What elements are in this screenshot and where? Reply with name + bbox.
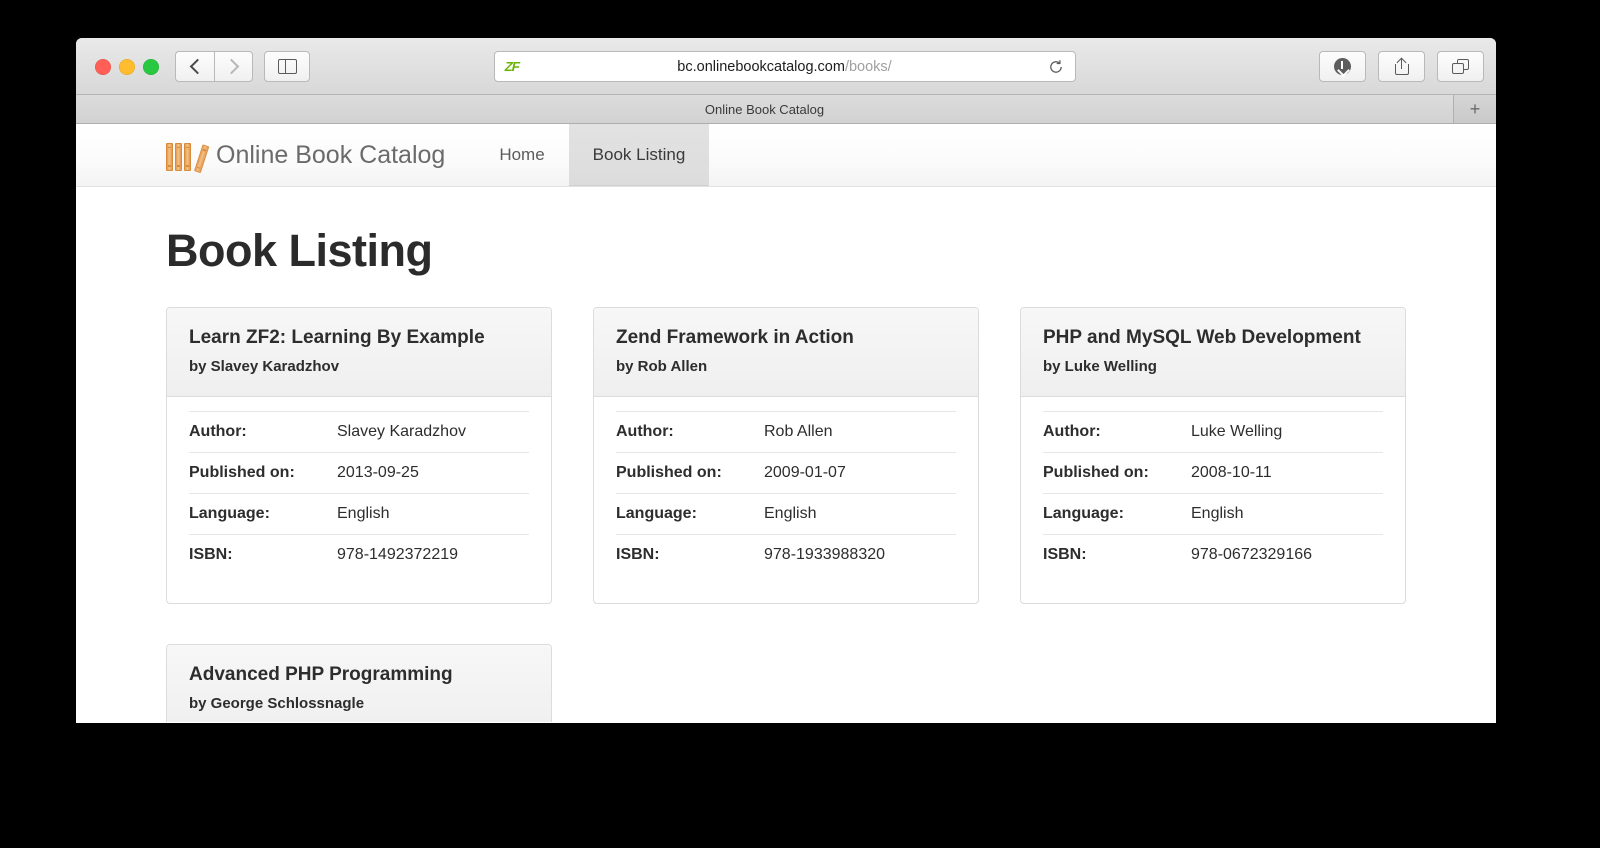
reload-button[interactable] bbox=[1048, 59, 1064, 75]
book-byline: by Slavey Karadzhov bbox=[189, 358, 340, 375]
browser-window: ZF bc.onlinebookcatalog.com/books/ Onlin… bbox=[76, 38, 1496, 723]
book-card-header: PHP and MySQL Web Development by Luke We… bbox=[1021, 308, 1405, 397]
book-title: Advanced PHP Programming bbox=[189, 664, 453, 685]
value-isbn: 978-0672329166 bbox=[1191, 546, 1313, 563]
value-author: Rob Allen bbox=[764, 423, 833, 440]
label-author: Author: bbox=[616, 423, 674, 440]
value-language: English bbox=[1191, 505, 1244, 522]
book-card[interactable]: Zend Framework in Action by Rob Allen Au… bbox=[593, 307, 979, 604]
book-card-body: Author: Slavey Karadzhov Published on: 2… bbox=[167, 397, 551, 603]
page-title: Book Listing bbox=[166, 225, 433, 276]
download-icon bbox=[1334, 58, 1351, 75]
label-published: Published on: bbox=[616, 464, 722, 481]
tab-overview-button[interactable] bbox=[1437, 51, 1484, 82]
site-header: Online Book Catalog Home Book Listing bbox=[76, 124, 1496, 187]
table-row: Language: English bbox=[616, 493, 956, 535]
book-details-table: Author: Luke Welling Published on: 2008-… bbox=[1043, 411, 1383, 575]
value-language: English bbox=[764, 505, 817, 522]
nav-item-book-listing[interactable]: Book Listing bbox=[568, 124, 710, 186]
downloads-button[interactable] bbox=[1319, 51, 1366, 82]
label-author: Author: bbox=[189, 423, 247, 440]
table-row: Published on: 2009-01-07 bbox=[616, 452, 956, 494]
label-published: Published on: bbox=[1043, 464, 1149, 481]
value-language: English bbox=[337, 505, 390, 522]
book-card[interactable]: PHP and MySQL Web Development by Luke We… bbox=[1020, 307, 1406, 604]
label-published: Published on: bbox=[189, 464, 295, 481]
minimize-window-button[interactable] bbox=[119, 59, 135, 75]
value-author: Slavey Karadzhov bbox=[337, 423, 466, 440]
label-language: Language: bbox=[1043, 505, 1124, 522]
book-grid: Learn ZF2: Learning By Example by Slavey… bbox=[166, 307, 1406, 722]
value-published: 2013-09-25 bbox=[337, 464, 419, 481]
value-isbn: 978-1492372219 bbox=[337, 546, 459, 563]
address-bar[interactable]: ZF bc.onlinebookcatalog.com/books/ bbox=[494, 51, 1076, 82]
zoom-window-button[interactable] bbox=[143, 59, 159, 75]
browser-tab-online-book-catalog[interactable]: Online Book Catalog bbox=[76, 95, 1454, 123]
label-isbn: ISBN: bbox=[616, 546, 660, 563]
tabs-overview-icon bbox=[1452, 59, 1469, 74]
label-isbn: ISBN: bbox=[1043, 546, 1087, 563]
screenshot-root: ZF bc.onlinebookcatalog.com/books/ Onlin… bbox=[0, 0, 1600, 848]
books-logo-icon bbox=[166, 140, 209, 173]
label-language: Language: bbox=[616, 505, 697, 522]
brand[interactable]: Online Book Catalog bbox=[166, 124, 475, 186]
label-author: Author: bbox=[1043, 423, 1101, 440]
favicon-label: ZF bbox=[502, 59, 521, 74]
chevron-right-icon bbox=[223, 58, 240, 75]
book-card[interactable]: Learn ZF2: Learning By Example by Slavey… bbox=[166, 307, 552, 604]
page-content: Book Listing Learn ZF2: Learning By Exam… bbox=[76, 187, 1496, 722]
label-language: Language: bbox=[189, 505, 270, 522]
label-isbn: ISBN: bbox=[189, 546, 233, 563]
table-row: ISBN: 978-0672329166 bbox=[1043, 534, 1383, 576]
value-author: Luke Welling bbox=[1191, 423, 1283, 440]
share-icon bbox=[1394, 57, 1409, 75]
book-details-table: Author: Slavey Karadzhov Published on: 2… bbox=[189, 411, 529, 575]
book-byline: by Rob Allen bbox=[616, 358, 708, 375]
table-row: Language: English bbox=[1043, 493, 1383, 535]
sidebar-toggle-button[interactable] bbox=[264, 51, 310, 82]
book-byline: by Luke Welling bbox=[1043, 358, 1157, 375]
table-row: Author: Slavey Karadzhov bbox=[189, 411, 529, 453]
book-details-table: Author: Rob Allen Published on: 2009-01-… bbox=[616, 411, 956, 575]
share-button[interactable] bbox=[1378, 51, 1425, 82]
book-card-header: Learn ZF2: Learning By Example by Slavey… bbox=[167, 308, 551, 397]
book-byline: by George Schlossnagle bbox=[189, 695, 365, 712]
nav-item-home[interactable]: Home bbox=[475, 124, 568, 186]
table-row: Author: Luke Welling bbox=[1043, 411, 1383, 453]
table-row: ISBN: 978-1933988320 bbox=[616, 534, 956, 576]
back-button[interactable] bbox=[175, 51, 214, 82]
browser-tab-bar: Online Book Catalog + bbox=[76, 95, 1496, 124]
url-path: /books/ bbox=[844, 58, 892, 75]
book-title: Learn ZF2: Learning By Example bbox=[189, 327, 485, 348]
page-viewport: Online Book Catalog Home Book Listing Bo… bbox=[76, 124, 1496, 722]
table-row: Published on: 2008-10-11 bbox=[1043, 452, 1383, 494]
url-domain: bc.onlinebookcatalog.com bbox=[677, 58, 845, 75]
table-row: Published on: 2013-09-25 bbox=[189, 452, 529, 494]
book-title: Zend Framework in Action bbox=[616, 327, 854, 348]
table-row: Language: English bbox=[189, 493, 529, 535]
book-card-body: Author: Rob Allen Published on: 2009-01-… bbox=[594, 397, 978, 603]
book-card[interactable]: Advanced PHP Programming by George Schlo… bbox=[166, 644, 552, 722]
value-isbn: 978-1933988320 bbox=[764, 546, 886, 563]
window-controls bbox=[95, 59, 159, 75]
book-title: PHP and MySQL Web Development bbox=[1043, 327, 1361, 348]
url-text: bc.onlinebookcatalog.com/books/ bbox=[521, 59, 1048, 75]
new-tab-button[interactable]: + bbox=[1454, 95, 1496, 123]
chevron-left-icon bbox=[189, 58, 205, 75]
close-window-button[interactable] bbox=[95, 59, 111, 75]
value-published: 2008-10-11 bbox=[1191, 464, 1272, 481]
brand-name: Online Book Catalog bbox=[216, 140, 446, 169]
table-row: ISBN: 978-1492372219 bbox=[189, 534, 529, 576]
zend-framework-favicon-icon: ZF bbox=[502, 57, 521, 76]
table-row: Author: Rob Allen bbox=[616, 411, 956, 453]
book-card-header: Zend Framework in Action by Rob Allen bbox=[594, 308, 978, 397]
value-published: 2009-01-07 bbox=[764, 464, 846, 481]
forward-button[interactable] bbox=[214, 51, 253, 82]
book-card-body: Author: Luke Welling Published on: 2008-… bbox=[1021, 397, 1405, 603]
book-card-header: Advanced PHP Programming by George Schlo… bbox=[167, 645, 551, 722]
sidebar-icon bbox=[277, 59, 297, 74]
site-nav: Home Book Listing bbox=[475, 124, 710, 186]
browser-toolbar: ZF bc.onlinebookcatalog.com/books/ bbox=[76, 38, 1496, 95]
